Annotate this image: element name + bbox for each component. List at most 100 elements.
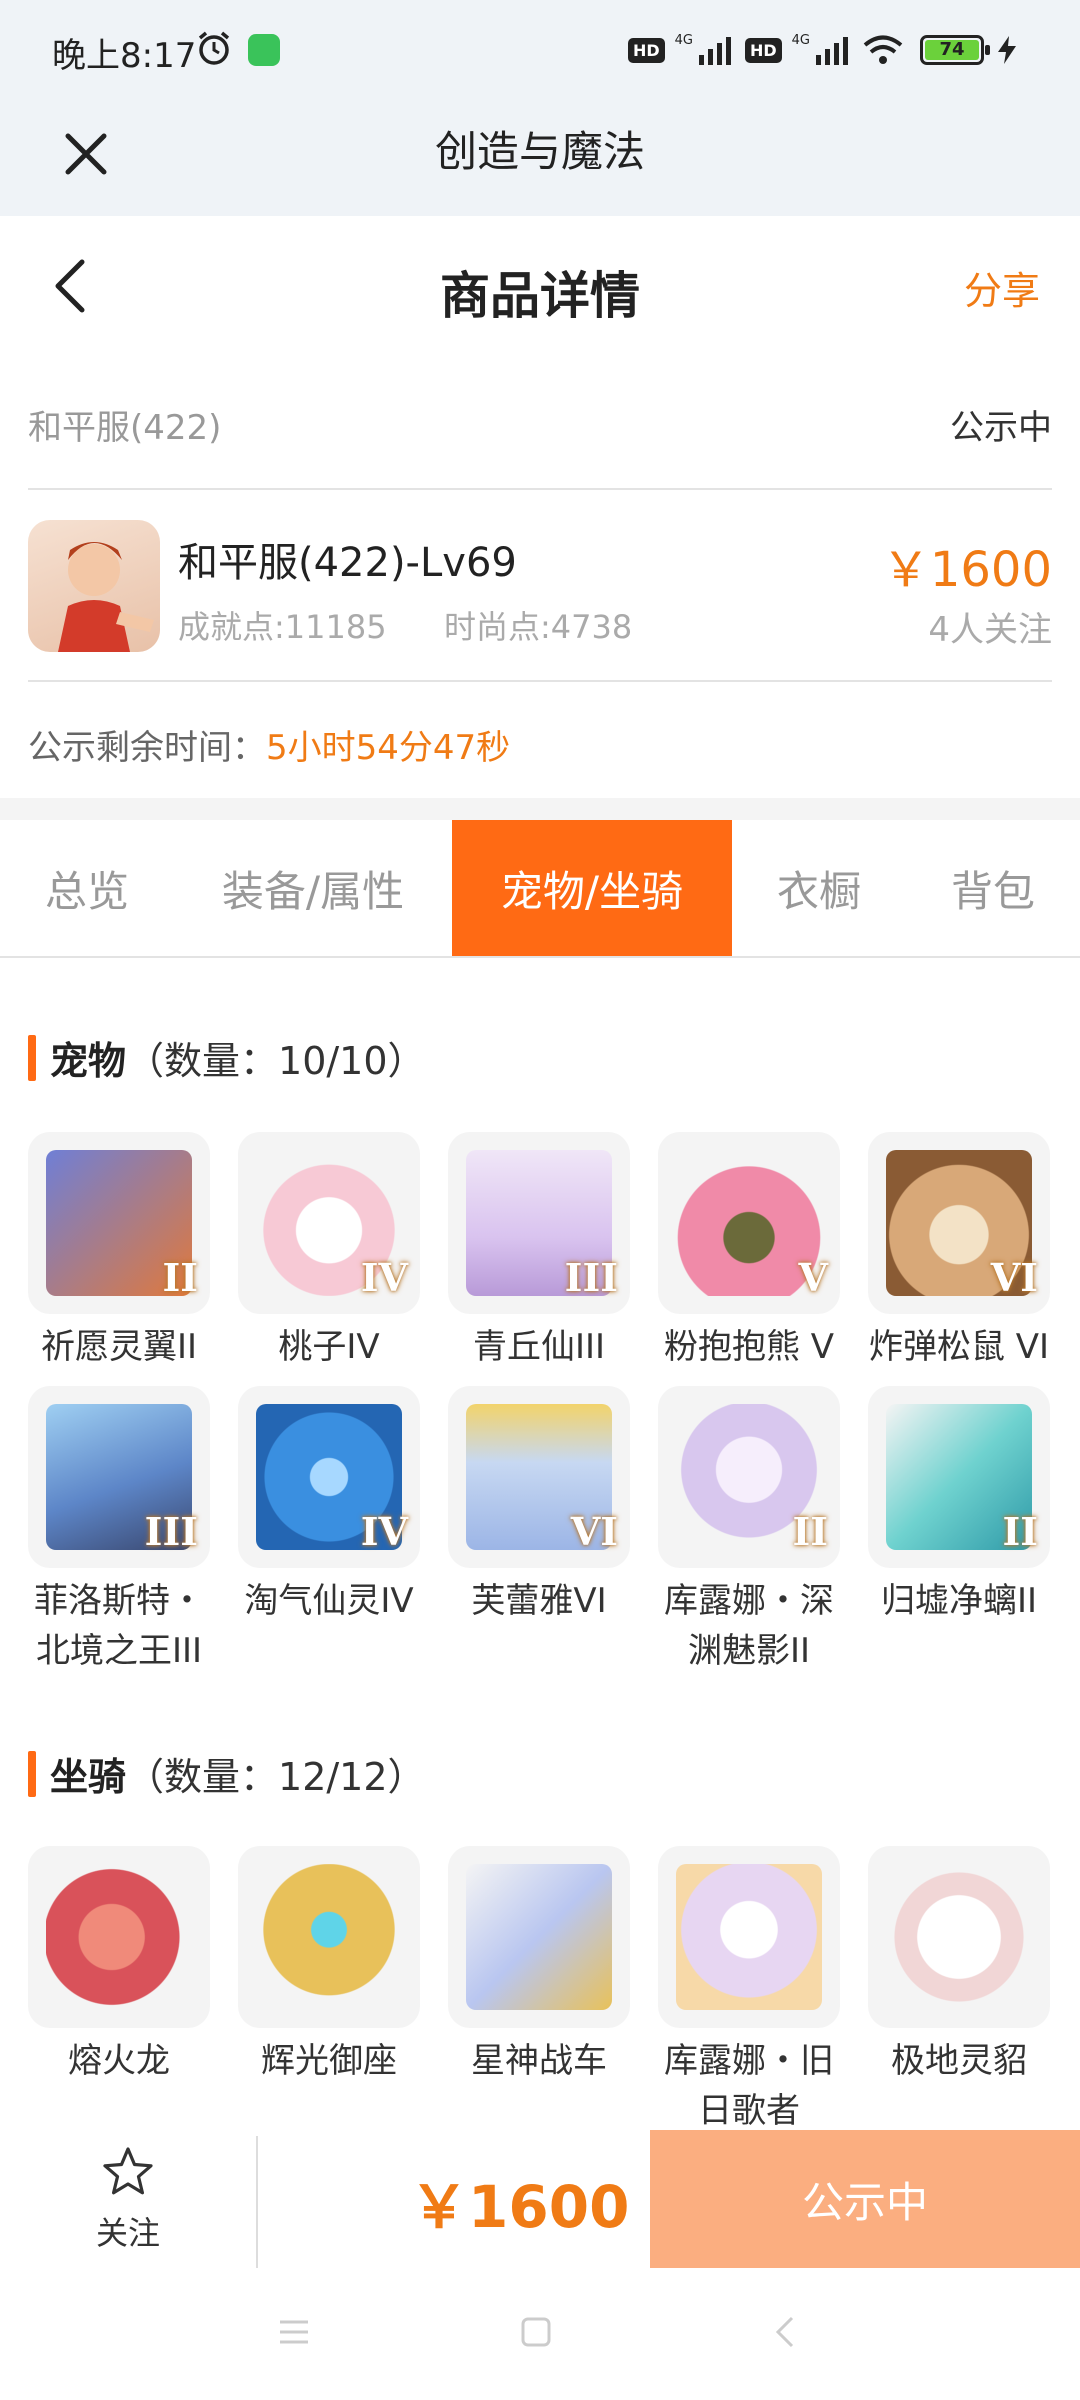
charging-icon (998, 36, 1016, 64)
pet-item[interactable]: III 菲洛斯特・北境之王III (28, 1386, 210, 1676)
status-button[interactable]: 公示中 (650, 2130, 1080, 2268)
hd-badge: HD (627, 37, 665, 63)
mounts-section-title: 坐骑 （数量：12/12） (28, 1746, 426, 1801)
pet-name: 青丘仙III (472, 1327, 606, 1367)
pet-item[interactable]: VI 芙蕾雅VI (448, 1386, 630, 1676)
pet-rank: V (798, 1255, 828, 1300)
mount-name: 星神战车 (471, 2041, 607, 2081)
pet-rank: II (162, 1255, 198, 1300)
pet-rank: VI (570, 1509, 618, 1554)
pet-rank: II (792, 1509, 828, 1554)
mount-image (886, 1864, 1032, 2010)
follow-button[interactable]: 关注 (40, 2144, 216, 2260)
pet-thumbnail: IV (238, 1132, 420, 1314)
star-icon (103, 2147, 153, 2195)
pet-rank: IV (360, 1255, 408, 1300)
mount-thumbnail (868, 1846, 1050, 2028)
tab-pets-mounts[interactable]: 宠物/坐骑 (452, 820, 732, 956)
mount-image (676, 1864, 822, 2010)
pet-thumbnail: II (28, 1132, 210, 1314)
hd-badge-2: HD (744, 37, 782, 63)
pet-name: 炸弹松鼠 VI (868, 1327, 1050, 1367)
mount-image (256, 1864, 402, 2010)
tab-backpack[interactable]: 背包 (906, 820, 1080, 956)
mounts-title: 坐骑 (50, 1755, 127, 1799)
divider (256, 2136, 258, 2268)
home-icon[interactable] (516, 2312, 556, 2352)
pet-item[interactable]: II 归墟净螭II (868, 1386, 1050, 1676)
tab-overview[interactable]: 总览 (0, 820, 174, 956)
pets-count: （数量：10/10） (126, 1039, 426, 1083)
mount-image (46, 1864, 192, 2010)
mount-name: 极地灵貂 (891, 2041, 1027, 2081)
page-header: 商品详情 分享 (0, 216, 1080, 356)
mount-thumbnail (658, 1846, 840, 2028)
pet-rank: IV (360, 1509, 408, 1554)
pet-thumbnail: VI (868, 1132, 1050, 1314)
product-summary: 和平服(422)-Lv69 成就点:11185 时尚点:4738 ￥1600 4… (28, 490, 1052, 682)
pet-item[interactable]: IV 淘气仙灵IV (238, 1386, 420, 1676)
pets-section-title: 宠物 （数量：10/10） (28, 1030, 426, 1085)
mount-name: 库露娜・旧日歌者 (664, 2041, 834, 2131)
character-avatar (28, 520, 160, 652)
alarm-icon (198, 31, 230, 65)
mounts-count: （数量：12/12） (126, 1755, 426, 1799)
menu-icon[interactable] (274, 2312, 314, 2352)
page-title: 商品详情 (440, 267, 640, 325)
pet-name: 菲洛斯特・北境之王III (34, 1581, 204, 1671)
mount-item[interactable]: 库露娜・旧日歌者 (658, 1846, 840, 2136)
pet-thumbnail: II (868, 1386, 1050, 1568)
pet-item[interactable]: II 祈愿灵翼II (28, 1132, 210, 1372)
pet-item[interactable]: V 粉抱抱熊 V (658, 1132, 840, 1372)
status-bar: 晚上8:17 HD 4G HD 4G 74 (0, 0, 1080, 100)
battery-icon: 74 (920, 35, 990, 65)
pet-thumbnail: III (28, 1386, 210, 1568)
network-type: 4G (674, 32, 693, 48)
pet-name: 桃子IV (278, 1327, 380, 1367)
listing-status: 公示中 (950, 408, 1052, 448)
detail-tabs: 总览 装备/属性 宠物/坐骑 衣橱 背包 (0, 820, 1080, 958)
mount-item[interactable]: 星神战车 (448, 1846, 630, 2136)
mount-image (466, 1864, 612, 2010)
follow-label: 关注 (95, 2214, 160, 2252)
nav-back-icon[interactable] (766, 2312, 806, 2352)
tab-equipment[interactable]: 装备/属性 (174, 820, 452, 956)
section-gap (0, 798, 1080, 820)
tab-wardrobe[interactable]: 衣橱 (732, 820, 906, 956)
pet-thumbnail: IV (238, 1386, 420, 1568)
pet-name: 祈愿灵翼II (40, 1327, 198, 1367)
pet-name: 粉抱抱熊 V (663, 1327, 835, 1367)
pet-thumbnail: III (448, 1132, 630, 1314)
section-accent (28, 1750, 36, 1797)
pet-item[interactable]: VI 炸弹松鼠 VI (868, 1132, 1050, 1372)
pet-item[interactable]: II 库露娜・深渊魅影II (658, 1386, 840, 1676)
pet-thumbnail: VI (448, 1386, 630, 1568)
mount-item[interactable]: 极地灵貂 (868, 1846, 1050, 2136)
wifi-icon (863, 35, 903, 64)
pet-rank: III (564, 1255, 618, 1300)
fashion-points: 时尚点:4738 (444, 608, 633, 646)
mount-thumbnail (448, 1846, 630, 2028)
signal-icon (698, 37, 731, 65)
pet-item[interactable]: III 青丘仙III (448, 1132, 630, 1372)
server-name: 和平服(422) (28, 408, 222, 448)
app-notification-icon (248, 34, 280, 66)
battery-level: 74 (925, 40, 979, 60)
countdown: 公示剩余时间：5小时54分47秒 (28, 720, 510, 769)
section-accent (28, 1034, 36, 1081)
pet-rank: III (144, 1509, 198, 1554)
pet-item[interactable]: IV 桃子IV (238, 1132, 420, 1372)
mounts-grid: 熔火龙 辉光御座 星神战车 库露娜・旧日歌者 极地灵貂 (28, 1846, 1052, 2136)
mount-item[interactable]: 辉光御座 (238, 1846, 420, 2136)
mount-item[interactable]: 熔火龙 (28, 1846, 210, 2136)
achievement-points: 成就点:11185 (178, 608, 387, 646)
bottom-action-bar: 关注 ￥1600 公示中 (0, 2130, 1080, 2270)
share-button[interactable]: 分享 (964, 260, 1040, 315)
countdown-value: 5小时54分47秒 (266, 728, 511, 768)
product-price: ￥1600 (881, 542, 1052, 598)
server-row: 和平服(422) 公示中 (28, 380, 1052, 490)
countdown-label: 公示剩余时间： (28, 728, 266, 768)
product-name: 和平服(422)-Lv69 (178, 540, 517, 586)
app-title: 创造与魔法 (434, 127, 645, 176)
pets-title: 宠物 (50, 1039, 127, 1083)
